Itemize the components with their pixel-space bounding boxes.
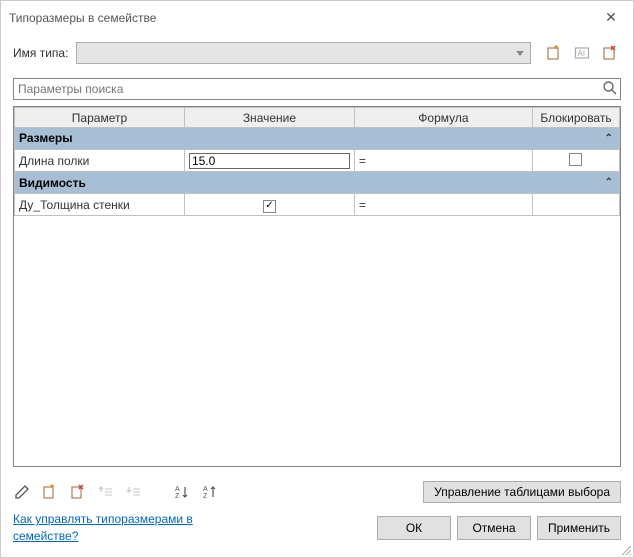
param-formula-cell[interactable]: = (354, 194, 532, 216)
lock-checkbox[interactable] (569, 153, 582, 166)
manage-lookup-tables-button[interactable]: Управление таблицами выбора (423, 481, 621, 503)
content-area: Имя типа: AI (1, 34, 633, 475)
col-lock[interactable]: Блокировать (532, 108, 619, 128)
type-name-label: Имя типа: (13, 46, 68, 60)
svg-text:AI: AI (578, 49, 586, 58)
type-name-row: Имя типа: AI (13, 42, 621, 64)
delete-type-icon (602, 45, 618, 61)
help-link[interactable]: Как управлять типоразмерами в семействе? (13, 511, 213, 545)
delete-parameter-button[interactable] (69, 483, 87, 501)
search-row (13, 78, 621, 100)
type-name-dropdown[interactable] (76, 42, 531, 64)
col-parameter[interactable]: Параметр (15, 108, 185, 128)
param-formula-cell[interactable]: = (354, 149, 532, 172)
param-lock-cell (532, 194, 619, 216)
new-parameter-button[interactable] (41, 483, 59, 501)
resize-grip-icon[interactable] (620, 544, 632, 556)
table-row[interactable]: Ду_Толщина стенки = (15, 194, 620, 216)
sort-asc-icon: AZ (174, 484, 190, 500)
empty-space (15, 216, 620, 467)
svg-text:A: A (175, 486, 180, 493)
move-up-button[interactable] (97, 483, 115, 501)
delete-type-button[interactable] (599, 42, 621, 64)
rename-type-icon: AI (574, 45, 590, 61)
table-row[interactable]: Длина полки = (15, 149, 620, 172)
cancel-button[interactable]: Отмена (457, 516, 531, 540)
new-param-icon (42, 484, 58, 500)
dialog-window: Типоразмеры в семействе ✕ Имя типа: AI (0, 0, 634, 558)
col-value[interactable]: Значение (184, 108, 354, 128)
toolbar: AZ AZ Управление таблицами выбора (1, 475, 633, 507)
sort-asc-button[interactable]: AZ (173, 483, 191, 501)
pencil-icon (14, 484, 30, 500)
svg-text:Z: Z (203, 493, 208, 500)
sort-desc-icon: AZ (202, 484, 218, 500)
sort-desc-button[interactable]: AZ (201, 483, 219, 501)
window-title: Типоразмеры в семействе (9, 11, 589, 25)
group-visibility[interactable]: Видимость ⌃ (15, 172, 620, 194)
new-type-button[interactable] (543, 42, 565, 64)
apply-button[interactable]: Применить (537, 516, 621, 540)
table-header-row: Параметр Значение Формула Блокировать (15, 108, 620, 128)
svg-text:A: A (203, 486, 208, 493)
shelf-length-input[interactable] (189, 153, 350, 169)
footer-buttons: ОК Отмена Применить (377, 516, 621, 540)
group-visibility-label: Видимость (19, 176, 86, 190)
footer: Как управлять типоразмерами в семействе?… (1, 507, 633, 557)
close-button[interactable]: ✕ (589, 7, 633, 28)
search-icon[interactable] (602, 80, 618, 99)
parameters-table: Параметр Значение Формула Блокировать Ра… (14, 107, 620, 466)
collapse-icon: ⌃ (605, 177, 613, 188)
move-up-icon (98, 484, 114, 500)
titlebar: Типоразмеры в семействе ✕ (1, 1, 633, 34)
parameters-table-wrap: Параметр Значение Формула Блокировать Ра… (13, 106, 621, 467)
collapse-icon: ⌃ (605, 133, 613, 144)
delete-param-icon (70, 484, 86, 500)
move-down-icon (126, 484, 142, 500)
search-input[interactable] (13, 78, 621, 100)
move-down-button[interactable] (125, 483, 143, 501)
rename-type-button[interactable]: AI (571, 42, 593, 64)
svg-text:Z: Z (175, 493, 180, 500)
type-icon-buttons: AI (543, 42, 621, 64)
param-name-cell[interactable]: Длина полки (15, 149, 185, 172)
group-sizes-label: Размеры (19, 131, 72, 145)
col-formula[interactable]: Формула (354, 108, 532, 128)
param-value-cell[interactable] (184, 194, 354, 216)
visibility-checkbox[interactable] (263, 200, 276, 213)
close-icon: ✕ (605, 9, 617, 25)
new-type-icon (546, 45, 562, 61)
toolbar-icons: AZ AZ (13, 483, 219, 501)
param-name-cell[interactable]: Ду_Толщина стенки (15, 194, 185, 216)
ok-button[interactable]: ОК (377, 516, 451, 540)
param-lock-cell[interactable] (532, 149, 619, 172)
group-sizes[interactable]: Размеры ⌃ (15, 128, 620, 150)
edit-parameter-button[interactable] (13, 483, 31, 501)
param-value-cell[interactable] (184, 149, 354, 172)
